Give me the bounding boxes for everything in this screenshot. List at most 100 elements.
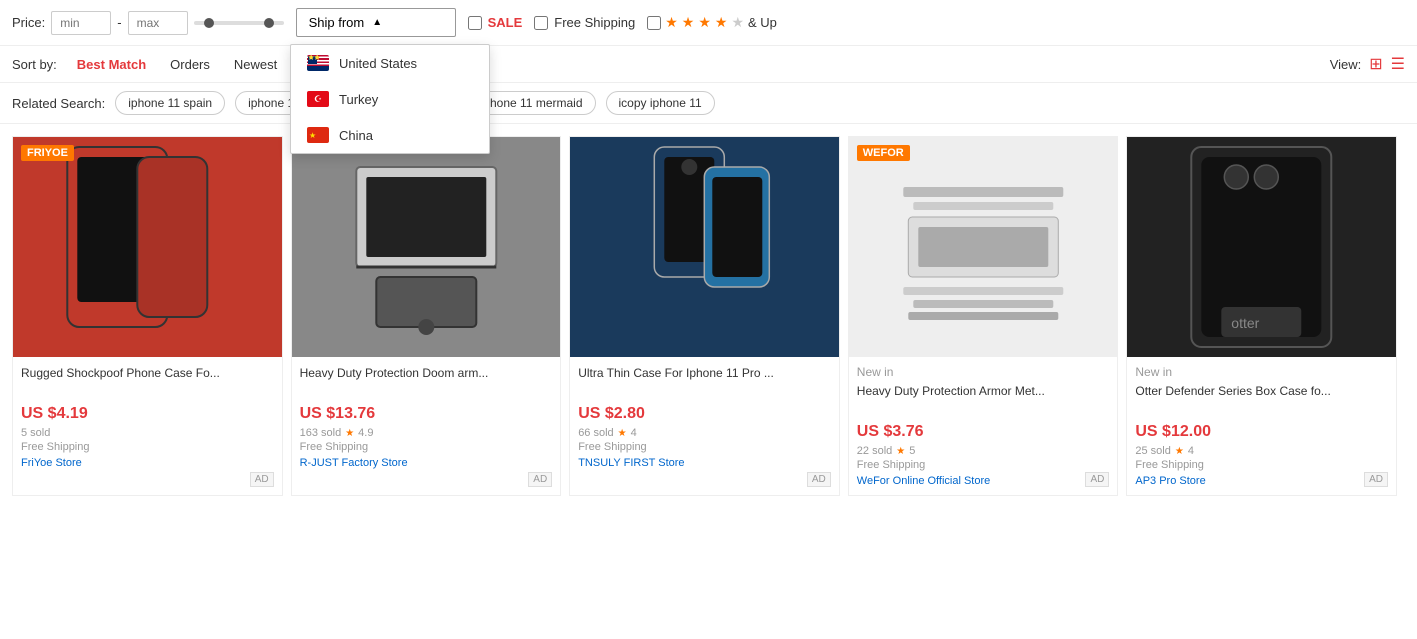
product-shipping-0: Free Shipping <box>21 441 274 453</box>
product-image-1[interactable] <box>292 137 561 357</box>
sort-newest[interactable]: Newest <box>230 55 281 74</box>
product-shipping-1: Free Shipping <box>300 441 553 453</box>
product-meta-0: 5 sold <box>21 427 274 439</box>
free-shipping-checkbox[interactable] <box>534 16 548 30</box>
related-tag-4[interactable]: icopy iphone 11 <box>606 91 715 115</box>
ad-badge-3: AD <box>1085 472 1109 487</box>
rating-filter: ★ ★ ★ ★ ★ & Up <box>647 14 777 31</box>
price-max-input[interactable] <box>128 11 188 35</box>
product-title-1: Heavy Duty Protection Doom arm... <box>300 365 553 399</box>
star-4-icon: ★ <box>715 14 728 31</box>
ad-badge-1: AD <box>528 472 552 487</box>
product-info-2: Ultra Thin Case For Iphone 11 Pro ... US… <box>570 357 839 477</box>
rating-star-3: ★ <box>896 446 905 457</box>
filter-bar: Price: - Ship from ▲ ⭐⭐ United States ☪ … <box>0 0 1417 46</box>
product-badge-0: FRIYOE <box>21 145 74 161</box>
product-price-3: US $3.76 <box>857 423 1110 441</box>
product-new-in-4: New in <box>1135 365 1388 379</box>
sold-count-3: 22 sold <box>857 445 892 457</box>
product-card-3: WEFOR New in Heavy Duty Protection Armor… <box>848 136 1119 496</box>
rating-val-1: 4.9 <box>358 427 373 439</box>
list-view-icon[interactable]: ☰ <box>1391 54 1405 74</box>
product-meta-4: 25 sold ★ 4 <box>1135 445 1388 457</box>
product-store-2[interactable]: TNSULY FIRST Store <box>578 457 831 469</box>
price-dash: - <box>117 15 121 30</box>
ship-from-button[interactable]: Ship from ▲ <box>296 8 456 37</box>
sort-best-match[interactable]: Best Match <box>73 55 150 74</box>
product-store-4[interactable]: AP3 Pro Store <box>1135 475 1388 487</box>
free-shipping-label: Free Shipping <box>554 15 635 30</box>
product-meta-3: 22 sold ★ 5 <box>857 445 1110 457</box>
chevron-up-icon: ▲ <box>372 17 382 28</box>
ship-from-label: Ship from <box>309 15 365 30</box>
rating-star-4: ★ <box>1175 446 1184 457</box>
cn-flag-icon: ★ <box>307 127 329 143</box>
rating-checkbox[interactable] <box>647 16 661 30</box>
view-label: View: <box>1330 57 1362 72</box>
and-up-label: & Up <box>748 15 777 30</box>
product-title-4: Otter Defender Series Box Case fo... <box>1135 383 1388 417</box>
sale-label: SALE <box>488 15 523 30</box>
tr-flag-icon: ☪ <box>307 91 329 107</box>
product-store-3[interactable]: WeFor Online Official Store <box>857 475 1110 487</box>
sold-count-1: 163 sold <box>300 427 342 439</box>
price-label: Price: <box>12 15 45 30</box>
product-shipping-3: Free Shipping <box>857 459 1110 471</box>
country-label: China <box>339 128 373 143</box>
product-badge-3: WEFOR <box>857 145 910 161</box>
rating-val-2: 4 <box>631 427 637 439</box>
products-grid: FRIYOE Rugged Shockpoof Phone Case Fo...… <box>0 124 1417 508</box>
star-2-icon: ★ <box>682 14 695 31</box>
product-shipping-4: Free Shipping <box>1135 459 1388 471</box>
price-min-input[interactable] <box>51 11 111 35</box>
product-info-4: New in Otter Defender Series Box Case fo… <box>1127 357 1396 495</box>
ad-badge-2: AD <box>807 472 831 487</box>
product-info-3: New in Heavy Duty Protection Armor Met..… <box>849 357 1118 495</box>
rating-star-2: ★ <box>618 428 627 439</box>
product-card-0: FRIYOE Rugged Shockpoof Phone Case Fo...… <box>12 136 283 496</box>
sale-checkbox[interactable] <box>468 16 482 30</box>
free-shipping-filter: Free Shipping <box>534 15 635 30</box>
product-image-3[interactable] <box>849 137 1118 357</box>
star-3-icon: ★ <box>698 14 711 31</box>
product-card-4: otter New in Otter Defender Series Box C… <box>1126 136 1397 496</box>
country-label: Turkey <box>339 92 378 107</box>
dropdown-item-cn[interactable]: ★ China <box>291 117 489 153</box>
view-toggle: View: ⊞ ☰ <box>1330 54 1405 74</box>
product-card-2: Ultra Thin Case For Iphone 11 Pro ... US… <box>569 136 840 496</box>
rating-val-3: 5 <box>909 445 915 457</box>
product-meta-2: 66 sold ★ 4 <box>578 427 831 439</box>
product-image-0[interactable] <box>13 137 282 357</box>
product-store-1[interactable]: R-JUST Factory Store <box>300 457 553 469</box>
product-image-2[interactable] <box>570 137 839 357</box>
sort-by-label: Sort by: <box>12 57 57 72</box>
sort-bar: Sort by: Best Match Orders Newest Price … <box>0 46 1417 83</box>
dropdown-item-tr[interactable]: ☪ Turkey <box>291 81 489 117</box>
product-info-0: Rugged Shockpoof Phone Case Fo... US $4.… <box>13 357 282 477</box>
ad-badge-0: AD <box>250 472 274 487</box>
sold-count-4: 25 sold <box>1135 445 1170 457</box>
sold-count-2: 66 sold <box>578 427 613 439</box>
product-price-0: US $4.19 <box>21 405 274 423</box>
svg-text:otter: otter <box>1232 315 1260 331</box>
product-card-1: Heavy Duty Protection Doom arm... US $13… <box>291 136 562 496</box>
ad-badge-4: AD <box>1364 472 1388 487</box>
product-title-2: Ultra Thin Case For Iphone 11 Pro ... <box>578 365 831 399</box>
price-slider[interactable] <box>194 21 284 25</box>
sort-orders[interactable]: Orders <box>166 55 214 74</box>
product-title-3: Heavy Duty Protection Armor Met... <box>857 383 1110 417</box>
related-tag-0[interactable]: iphone 11 spain <box>115 91 225 115</box>
related-search-bar: Related Search: iphone 11 spain iphone 1… <box>0 83 1417 124</box>
product-image-4[interactable]: otter <box>1127 137 1396 357</box>
product-store-0[interactable]: FriYoe Store <box>21 457 274 469</box>
product-price-4: US $12.00 <box>1135 423 1388 441</box>
us-flag-icon: ⭐⭐ <box>307 55 329 71</box>
product-meta-1: 163 sold ★ 4.9 <box>300 427 553 439</box>
product-price-2: US $2.80 <box>578 405 831 423</box>
sale-filter: SALE <box>468 15 523 30</box>
product-shipping-2: Free Shipping <box>578 441 831 453</box>
product-new-in-3: New in <box>857 365 1110 379</box>
dropdown-item-us[interactable]: ⭐⭐ United States <box>291 45 489 81</box>
country-label: United States <box>339 56 417 71</box>
grid-view-icon[interactable]: ⊞ <box>1369 54 1382 74</box>
